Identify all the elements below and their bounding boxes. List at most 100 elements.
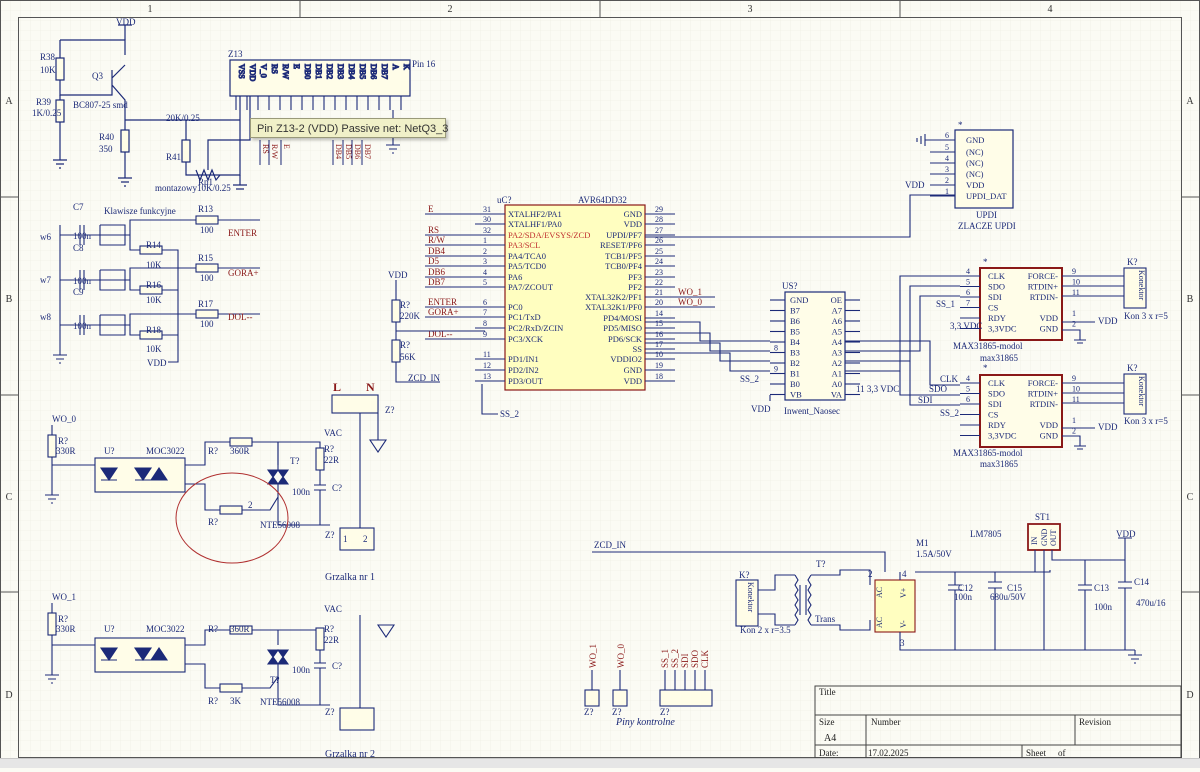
schematic-sheet[interactable]: 1 2 3 4 A B C D A B C D VDD R38 10K Q3 R…: [0, 0, 1200, 768]
ls-right-pin-name: A7: [832, 306, 842, 316]
psu-t: T?: [816, 559, 826, 569]
tb-date: Date:: [819, 748, 839, 758]
mcu-ss2-net: SS_2: [500, 409, 519, 419]
mcu-left-pin-num: 6: [483, 298, 487, 307]
mcu-right-pin-name: GND: [624, 209, 642, 219]
ls-left-pin-name: B5: [790, 327, 800, 337]
lcd-pin-name: DB3: [336, 64, 345, 79]
max2-sdo: SDO: [929, 384, 948, 394]
max2-right-pin-name: RTDIN-: [1030, 399, 1058, 409]
max1-right-pin-num: 2: [1072, 320, 1076, 329]
lcd-pin-name: K: [402, 64, 411, 70]
max1-kon-name: Konektor: [1137, 270, 1146, 301]
mcu-right-pin-num: 18: [655, 372, 663, 381]
reg-pin-gnd: GND: [1040, 528, 1049, 546]
h2-r2-val: 360R: [230, 624, 250, 634]
h1-rs: R?: [324, 444, 334, 454]
max2-left-pin-name: 3,3VDC: [988, 431, 1017, 441]
mcu-left-pin-name: PA4/TCA0: [508, 251, 546, 261]
lcd-pin-name: R/W: [281, 64, 290, 80]
ls-right-pin-name: OE: [831, 295, 842, 305]
mcu-left-pin-num: 12: [483, 361, 491, 370]
zone-side-b-right: B: [1187, 294, 1194, 305]
r38-label: R38: [40, 52, 56, 62]
h2-wo: WO_1: [52, 592, 76, 602]
ls-left-pin-name: B4: [790, 337, 801, 347]
psu-c13-val: 100n: [1094, 602, 1113, 612]
ls-left-pin-name: B2: [790, 358, 800, 368]
mcu-right-pin-name: TCB1/PF5: [605, 251, 642, 261]
r38-value: 10K: [40, 65, 56, 75]
r15-label: R15: [198, 253, 214, 263]
mcu-left-pin-name: PD1/IN1: [508, 354, 539, 364]
max1-kon: K?: [1127, 257, 1138, 267]
h2-z: Z?: [325, 707, 335, 717]
ls-right-pin-name: A5: [832, 327, 842, 337]
max2-sdi: SDI: [918, 395, 933, 405]
lcd-pin-label: Pin 16: [412, 59, 436, 69]
c9-label: C9: [73, 287, 84, 297]
h2-opto-part: MOC3022: [146, 624, 185, 634]
ctrl-wo0: WO_0: [616, 644, 626, 668]
max2-right-pin-num: 10: [1072, 385, 1080, 394]
h2-opto: U?: [104, 624, 115, 634]
lcd-pin-name: DB7: [380, 64, 389, 79]
updi-pin-num: 3: [945, 165, 949, 174]
psu-reg: LM7805: [970, 529, 1002, 539]
h1-triac: T?: [290, 456, 300, 466]
ctrl-z1: Z?: [584, 707, 594, 717]
h2-c: C?: [332, 661, 342, 671]
ctrl-sdi: SDI: [680, 653, 690, 668]
r18-value: 10K: [146, 344, 162, 354]
c7-value: 100n: [73, 231, 92, 241]
ctrl-sdo: SDO: [690, 649, 700, 668]
mcu-left-pin-name: PC2/RxD/ZCIN: [508, 323, 563, 333]
h1-opto-part: MOC3022: [146, 446, 185, 456]
mcu-left-pin-name: PD3/OUT: [508, 376, 544, 386]
lcd-net-db4: DB4: [334, 144, 343, 159]
updi-pin-name: (NC): [966, 169, 984, 179]
h1-pin1: 1: [343, 534, 348, 544]
div-r1-val: 220K: [400, 311, 421, 321]
ls-right-pin-name: A3: [832, 348, 842, 358]
ls-ss2: SS_2: [740, 374, 759, 384]
updi-pin-num: 4: [945, 154, 949, 163]
mcu-right-pin-num: 23: [655, 268, 663, 277]
mcu-left-pin-num: 11: [483, 350, 491, 359]
r13-value: 100: [200, 225, 214, 235]
max1-left-pin-num: 7: [966, 299, 970, 308]
mcu-net-label: WO_1: [678, 287, 702, 297]
mcu-right-pin-name: SS: [633, 344, 643, 354]
h1-z: Z?: [385, 405, 395, 415]
r16-label: R16: [146, 280, 162, 290]
mcu-net-label: GORA+: [428, 307, 459, 317]
h1-r2-val: 360R: [230, 446, 250, 456]
bridge-ac2: AC: [875, 617, 884, 628]
mcu-left-pin-num: 7: [483, 308, 487, 317]
max2-left-pin-name: RDY: [988, 420, 1006, 430]
mcu-net-label: DB4: [428, 246, 446, 256]
zone-side-c-right: C: [1187, 492, 1194, 503]
h1-N: N: [366, 380, 375, 394]
max1-right-pin-name: FORCE-: [1028, 271, 1058, 281]
updi-pin-name: (NC): [966, 158, 984, 168]
mcu-left-pin-name: PC0: [508, 302, 523, 312]
mcu-left-pin-num: 31: [483, 205, 491, 214]
mcu-right-pin-name: PF2: [628, 282, 642, 292]
w6-label: w6: [40, 232, 51, 242]
h2-r2: R?: [208, 624, 218, 634]
div-r1: R?: [400, 300, 410, 310]
mcu-right-pin-name: RESET/PF6: [600, 240, 642, 250]
mcu-right-pin-name: VDD: [624, 219, 642, 229]
ls-left-pin-name: GND: [790, 295, 808, 305]
bridge-vplus: V+: [899, 587, 908, 598]
psu-c14-val: 470u/16: [1136, 598, 1166, 608]
mcu-right-pin-num: 21: [655, 288, 663, 297]
reg-pin-out: OUT: [1049, 529, 1058, 546]
ls-right-pin-name: A6: [832, 316, 842, 326]
max2-left-pin-name: SDO: [988, 389, 1005, 399]
tb-of: of: [1058, 748, 1066, 758]
r14-value: 10K: [146, 260, 162, 270]
max1-left-pin-name: CLK: [988, 271, 1006, 281]
mcu-left-pin-name: PA6: [508, 272, 522, 282]
